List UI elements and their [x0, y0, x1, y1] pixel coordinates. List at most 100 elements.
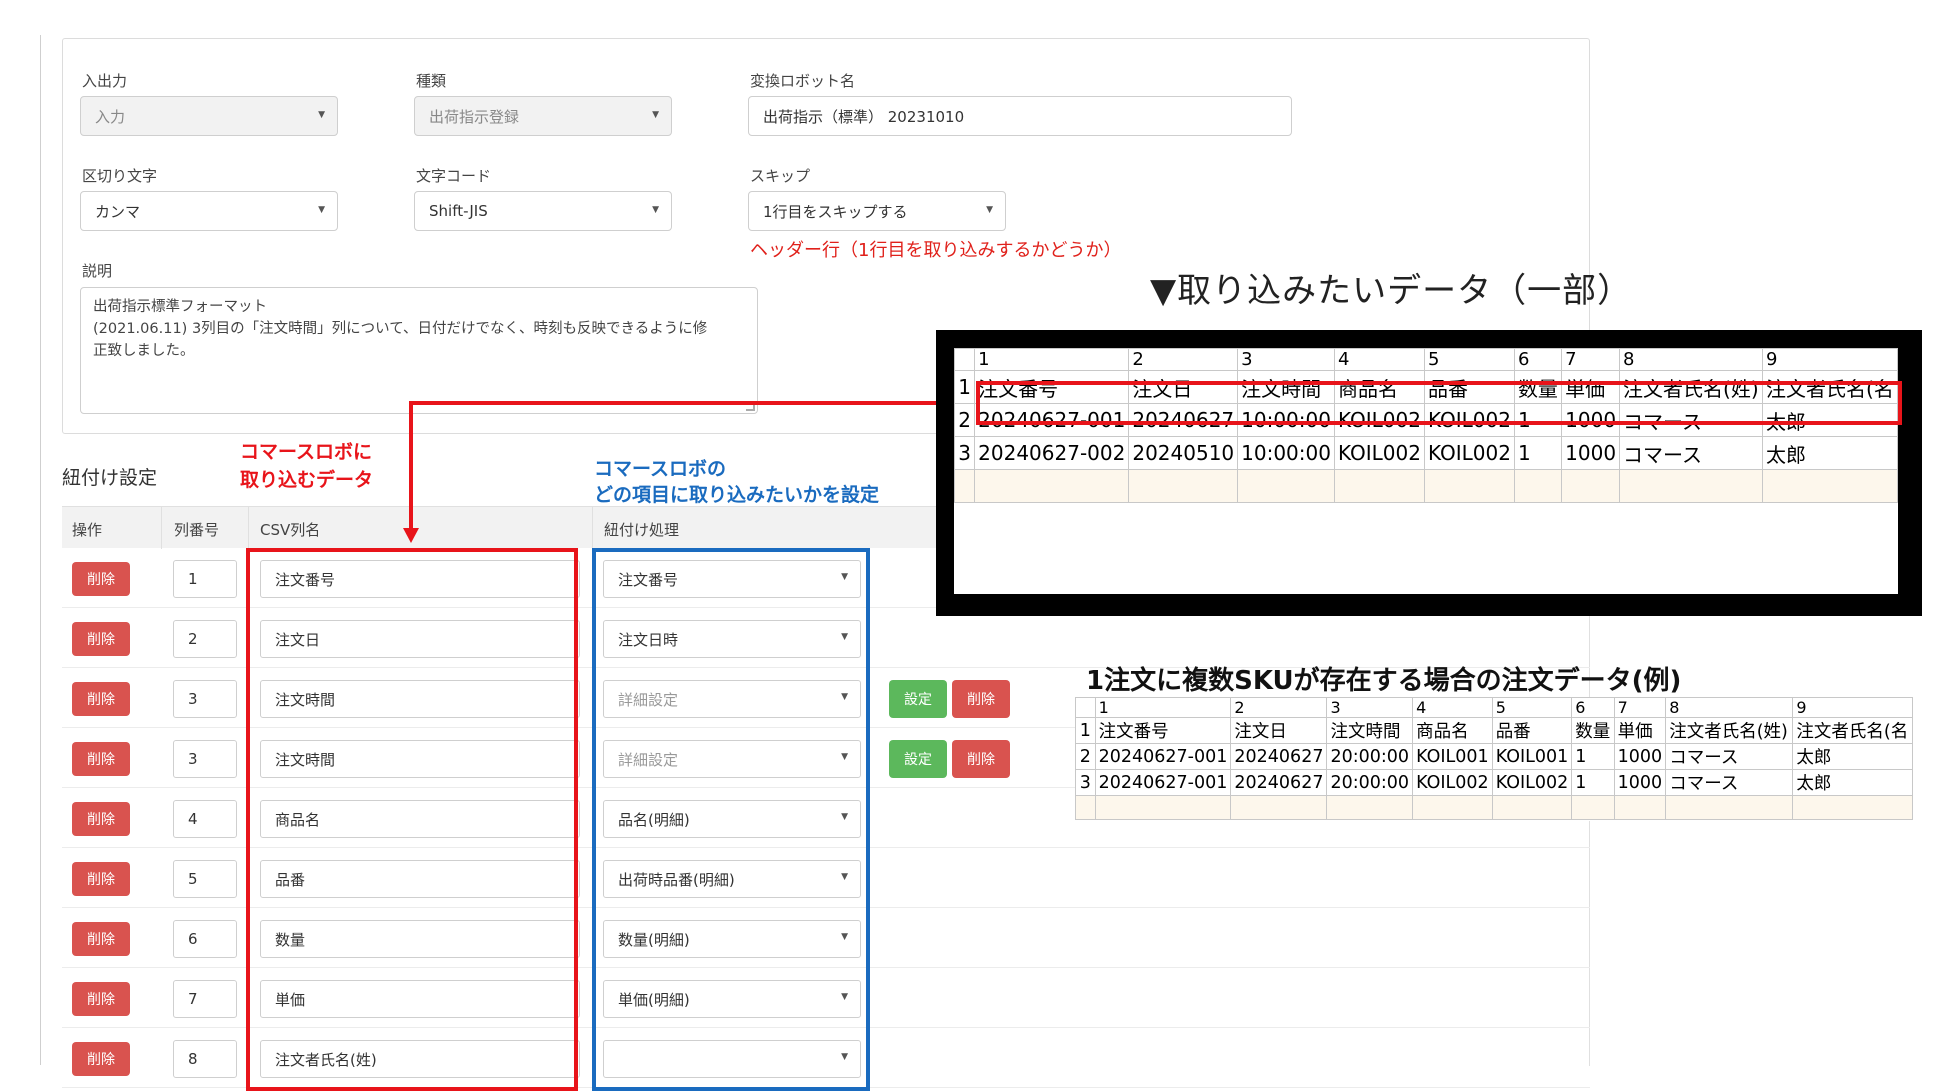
- sheet-empty-cell: [1619, 469, 1763, 503]
- red-annotation: コマースロボに 取り込むデータ: [240, 438, 373, 494]
- red-annotation-line2: 取り込むデータ: [240, 469, 374, 491]
- io-label: 入出力: [82, 72, 128, 90]
- type-label: 種類: [416, 72, 447, 90]
- sheet-column-number: 2: [1230, 697, 1328, 718]
- detail-settings-button[interactable]: 設定: [889, 680, 947, 718]
- delete-row-button[interactable]: 削除: [72, 1042, 130, 1076]
- sheet-column-number: 6: [1513, 348, 1563, 371]
- header-divider: [161, 507, 162, 549]
- sheet-empty-row: [954, 469, 1898, 503]
- sheet-cell: 20:00:00: [1326, 743, 1414, 770]
- sheet-cell: 注文者氏名(姓): [1665, 717, 1794, 744]
- header-csv-name: CSV列名: [260, 521, 321, 539]
- type-select[interactable]: 出荷指示登録 ▼: [414, 96, 672, 136]
- delete-detail-button[interactable]: 削除: [952, 740, 1010, 778]
- sheet-cell: KOIL002: [1412, 769, 1493, 796]
- column-number-input[interactable]: 1: [173, 560, 237, 598]
- sheet-row-number: 1: [1075, 717, 1096, 744]
- skip-select[interactable]: 1行目をスキップする ▼: [748, 191, 1006, 231]
- delete-row-button[interactable]: 削除: [72, 922, 130, 956]
- header-row-highlight: [976, 381, 1902, 425]
- delete-row-button[interactable]: 削除: [72, 982, 130, 1016]
- mapping-columns-highlight: [592, 548, 870, 1091]
- sheet-cell: 商品名: [1412, 717, 1493, 744]
- column-number-input[interactable]: 5: [173, 860, 237, 898]
- delete-detail-button[interactable]: 削除: [952, 680, 1010, 718]
- sheet-empty-cell: [1665, 795, 1794, 820]
- sheet-cell: 20240627-001: [1094, 769, 1232, 796]
- mapping-section-title: 紐付け設定: [62, 467, 158, 489]
- column-number-input[interactable]: 2: [173, 620, 237, 658]
- csv-columns-highlight: [246, 548, 578, 1091]
- sheet-cell: KOIL002: [1333, 436, 1425, 470]
- delete-row-button[interactable]: 削除: [72, 862, 130, 896]
- blue-annotation-line1: コマースロボの: [594, 458, 727, 480]
- column-number-input[interactable]: 8: [173, 1040, 237, 1078]
- blue-annotation: コマースロボの どの項目に取り込みたいかを設定: [594, 456, 879, 508]
- delete-row-button[interactable]: 削除: [72, 742, 130, 776]
- io-select[interactable]: 入力 ▼: [80, 96, 338, 136]
- import-sample-table: 1 2 3 4 5 6 7 8 9 1 注文番号 注文日 注文時間 商品名 品番 数量 単価 注文者氏名(姓) 注文…: [954, 348, 1898, 503]
- column-number-value: 8: [188, 1050, 198, 1068]
- delimiter-select[interactable]: カンマ ▼: [80, 191, 338, 231]
- column-number-input[interactable]: 3: [173, 740, 237, 778]
- page-left-border: [40, 35, 41, 1065]
- delimiter-label: 区切り文字: [82, 167, 158, 185]
- blue-annotation-line2: どの項目に取り込みたいかを設定: [594, 484, 880, 506]
- encoding-select[interactable]: Shift-JIS ▼: [414, 191, 672, 231]
- description-textarea[interactable]: 出荷指示標準フォーマット (2021.06.11) 3列目の「注文時間」列につい…: [80, 287, 758, 414]
- sheet-row: 3 20240627-001 20240627 20:00:00 KOIL002 KOIL…: [1075, 769, 1913, 796]
- column-number-value: 3: [188, 690, 198, 708]
- sheet-empty-cell: [1613, 795, 1667, 820]
- sheet-cell: 1: [1571, 769, 1615, 796]
- column-number-input[interactable]: 4: [173, 800, 237, 838]
- sheet-empty-cell: [1094, 795, 1232, 820]
- robot-name-value: 出荷指示（標準） 20231010: [763, 107, 965, 126]
- sheet-cell: コマース: [1665, 743, 1794, 770]
- description-label: 説明: [82, 262, 113, 280]
- sheet-column-number: 1: [974, 348, 1130, 371]
- sheet-cell: 太郎: [1792, 743, 1913, 770]
- sheet-row: 1 注文番号 注文日 注文時間 商品名 品番 数量 単価 注文者氏名(姓) 注文者氏名(名: [1075, 717, 1913, 744]
- column-number-value: 7: [188, 990, 198, 1008]
- sheet-column-number: 9: [1761, 348, 1898, 371]
- delimiter-value: カンマ: [95, 202, 141, 221]
- red-annotation-line1: コマースロボに: [240, 441, 373, 463]
- sheet-empty-cell: [974, 469, 1130, 503]
- sheet-column-number-row: 123456789: [1075, 697, 1913, 718]
- sheet-cell: 太郎: [1792, 769, 1913, 796]
- delete-row-button[interactable]: 削除: [72, 802, 130, 836]
- sheet-cell: 数量: [1571, 717, 1615, 744]
- skip-annotation: ヘッダー行（1行目を取り込みするかどうか）: [750, 240, 1122, 261]
- sheet-empty-cell: [1792, 795, 1913, 820]
- detail-settings-button[interactable]: 設定: [889, 740, 947, 778]
- sheet-column-number: 3: [1326, 697, 1414, 718]
- sheet-cell: KOIL002: [1423, 436, 1515, 470]
- column-number-input[interactable]: 3: [173, 680, 237, 718]
- sheet-cell: 1: [1571, 743, 1615, 770]
- column-number-input[interactable]: 6: [173, 920, 237, 958]
- header-col-no: 列番号: [174, 521, 220, 539]
- sheet-empty-cell: [1326, 795, 1414, 820]
- sheet-row-number: 3: [1075, 769, 1096, 796]
- delete-row-button[interactable]: 削除: [72, 682, 130, 716]
- sheet-column-number: 7: [1613, 697, 1667, 718]
- skip-value: 1行目をスキップする: [763, 202, 908, 221]
- sheet-empty-cell: [1128, 469, 1239, 503]
- sheet-cell: 10:00:00: [1237, 436, 1335, 470]
- sheet-empty-cell: [1423, 469, 1515, 503]
- column-number-input[interactable]: 7: [173, 980, 237, 1018]
- description-text: 出荷指示標準フォーマット (2021.06.11) 3列目の「注文時間」列につい…: [93, 299, 708, 359]
- chevron-down-icon: ▼: [652, 110, 659, 120]
- delete-row-button[interactable]: 削除: [72, 562, 130, 596]
- sheet-column-number: 6: [1571, 697, 1615, 718]
- sheet-cell: 20:00:00: [1326, 769, 1414, 796]
- sheet-empty-cell: [1230, 795, 1328, 820]
- robot-name-input[interactable]: 出荷指示（標準） 20231010: [748, 96, 1292, 136]
- sheet-cell: 注文者氏名(名: [1792, 717, 1913, 744]
- column-number-value: 6: [188, 930, 198, 948]
- encoding-label: 文字コード: [416, 167, 492, 185]
- delete-row-button[interactable]: 削除: [72, 622, 130, 656]
- chevron-down-icon: ▼: [986, 205, 993, 215]
- connector-horizontal: [409, 401, 976, 405]
